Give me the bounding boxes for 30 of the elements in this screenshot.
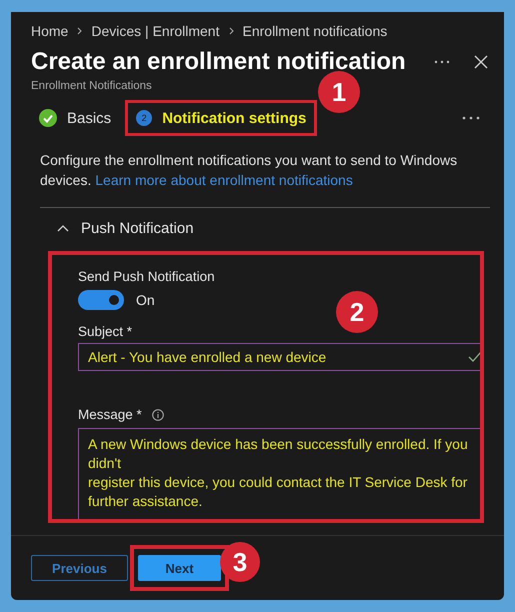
wizard-tab[interactable]: Basics (31, 100, 120, 136)
toggle-switch[interactable] (78, 290, 124, 310)
callout-badge: 1 (318, 71, 360, 113)
field-label: Subject * (78, 324, 134, 339)
toggle-label: Send Push Notification (78, 269, 216, 284)
step-number: 2 (136, 110, 152, 126)
learn-more-link[interactable]: Learn more about enrollment notifications (95, 172, 353, 188)
field-label: Message * (78, 407, 142, 422)
description-text: Configure the enrollment notifications you want to send to Windows devices. Learn more about enrollment notifications (40, 151, 458, 190)
wizard-tab[interactable]: 2 Notification settings (125, 100, 318, 136)
chevron-icon (57, 224, 69, 233)
subject-field[interactable]: Alert - You have enrolled a new device (78, 343, 480, 371)
toggle-state: On (136, 292, 155, 308)
info-icon (152, 408, 164, 420)
checkmark-icon (468, 351, 480, 363)
previous-button[interactable]: Previous (31, 555, 128, 581)
callout-badge: 3 (220, 542, 260, 582)
breadcrumb-link[interactable]: Devices | Enrollment (91, 23, 220, 39)
callout-badge: 2 (336, 291, 378, 333)
more-icon (462, 116, 480, 120)
breadcrumb-link[interactable]: Home (31, 23, 68, 39)
chevron-right-icon (228, 27, 234, 35)
chevron-right-icon (76, 27, 84, 35)
message-field[interactable]: A new Windows device has been successfully enrolled. If you didn't register this device, you could contact the IT Service Desk for further assistance. (78, 428, 480, 519)
check-circle-icon (39, 109, 57, 127)
breadcrumb-link[interactable]: Enrollment notifications (242, 23, 388, 39)
more-icon (434, 60, 450, 64)
close-icon (474, 55, 488, 69)
section-header[interactable]: Push Notification (57, 220, 490, 237)
next-button[interactable]: Next (138, 555, 221, 581)
